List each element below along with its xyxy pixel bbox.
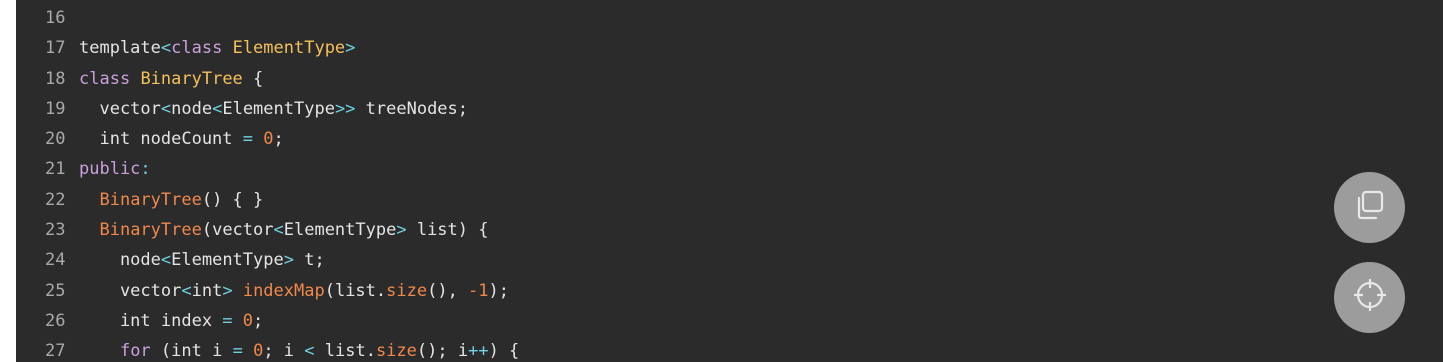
- code-token: >: [345, 38, 356, 59]
- locate-button[interactable]: [1334, 262, 1405, 333]
- code-token: (vector: [201, 220, 274, 241]
- line-number: 19: [45, 98, 66, 119]
- code-token: :: [140, 159, 151, 180]
- code-token: vector: [79, 98, 161, 119]
- code-token: <: [181, 280, 192, 301]
- code-token: (list.: [324, 280, 387, 301]
- code-token: <: [160, 250, 172, 271]
- copy-icon: [1352, 187, 1388, 228]
- code-token: int: [191, 280, 223, 301]
- code-token: indexMap: [242, 280, 325, 301]
- code-token: {: [242, 68, 264, 89]
- code-token: list.: [314, 341, 376, 362]
- line-number: 27: [45, 341, 66, 362]
- code-token: (); i: [416, 341, 469, 362]
- code-token: ElementType: [171, 250, 284, 271]
- code-token: );: [488, 280, 510, 301]
- code-editor: 16 17 template<class ElementType> 18 class B…: [16, 0, 1443, 362]
- line-number: 17: [45, 38, 66, 59]
- line-number: 23: [45, 220, 66, 241]
- code-line: 22 BinaryTree() { }: [16, 185, 519, 215]
- code-token: int index: [79, 310, 223, 331]
- code-line: 19 vector<node<ElementType>> treeNodes;: [16, 94, 519, 124]
- code-token: 0: [253, 341, 264, 362]
- crosshair-icon: [1352, 277, 1388, 318]
- code-line: 18 class BinaryTree {: [16, 64, 519, 94]
- line-number: 20: [45, 129, 66, 150]
- code-line: 25 vector<int> indexMap(list.size(), -1)…: [16, 276, 519, 306]
- code-token: >>: [334, 98, 356, 119]
- code-token: <: [273, 220, 284, 241]
- code-token: size: [375, 341, 417, 362]
- code-line: 17 template<class ElementType>: [16, 33, 519, 63]
- code-token: () { }: [201, 189, 264, 210]
- code-token: =: [242, 129, 254, 150]
- code-token: >: [396, 220, 407, 241]
- code-token: <: [160, 98, 172, 119]
- code-token: >: [283, 250, 294, 271]
- code-block: 16 17 template<class ElementType> 18 class B…: [16, 3, 519, 362]
- copy-button[interactable]: [1334, 172, 1405, 243]
- line-number: 16: [45, 8, 66, 28]
- code-token: BinaryTree: [99, 189, 202, 210]
- code-token: ;: [273, 129, 284, 150]
- code-token: -1: [468, 280, 489, 301]
- code-line: 23 BinaryTree(vector<ElementType> list) …: [16, 215, 519, 245]
- code-token: vector: [79, 280, 182, 301]
- code-line: 24 node<ElementType> t;: [16, 245, 519, 275]
- code-line: 16: [16, 3, 519, 33]
- code-token: ElementType: [222, 98, 335, 119]
- code-token: t;: [293, 250, 325, 271]
- line-number: 22: [45, 189, 66, 210]
- code-token: 0: [263, 129, 274, 150]
- code-token: (int i: [150, 341, 233, 362]
- code-token: public: [79, 159, 141, 180]
- code-token: ; i: [263, 341, 305, 362]
- code-token: ++: [468, 341, 489, 362]
- code-token: list) {: [406, 220, 489, 241]
- code-token: 0: [242, 310, 254, 331]
- code-token: ) {: [488, 341, 520, 362]
- code-line: 21 public:: [16, 154, 519, 184]
- line-number: 25: [45, 280, 66, 301]
- code-token: class: [79, 68, 131, 89]
- code-token: =: [232, 341, 243, 362]
- code-token: ;: [253, 310, 264, 331]
- code-token: (),: [427, 280, 469, 301]
- code-line: 20 int nodeCount = 0;: [16, 124, 519, 154]
- code-token: treeNodes;: [355, 98, 469, 119]
- code-token: <: [304, 341, 315, 362]
- code-token: >: [222, 280, 233, 301]
- code-token: BinaryTree: [99, 220, 202, 241]
- code-token: for: [119, 341, 151, 362]
- code-token: node: [171, 98, 213, 119]
- code-token: template: [79, 38, 161, 59]
- code-line: 27 for (int i = 0; i < list.size(); i++)…: [16, 336, 519, 362]
- code-token: =: [222, 310, 233, 331]
- code-token: node: [79, 250, 161, 271]
- code-token: int nodeCount: [79, 129, 243, 150]
- line-number: 26: [45, 310, 66, 331]
- code-token: ElementType: [283, 220, 397, 241]
- line-number: 21: [45, 159, 66, 180]
- code-token: <: [212, 98, 223, 119]
- line-number: 24: [45, 250, 66, 271]
- line-number: 18: [45, 68, 66, 89]
- code-token: size: [386, 280, 428, 301]
- code-token: BinaryTree: [140, 68, 243, 89]
- code-token: <: [160, 38, 172, 59]
- code-line: 26 int index = 0;: [16, 306, 519, 336]
- code-token: ElementType: [232, 38, 346, 59]
- code-token: class: [171, 38, 223, 59]
